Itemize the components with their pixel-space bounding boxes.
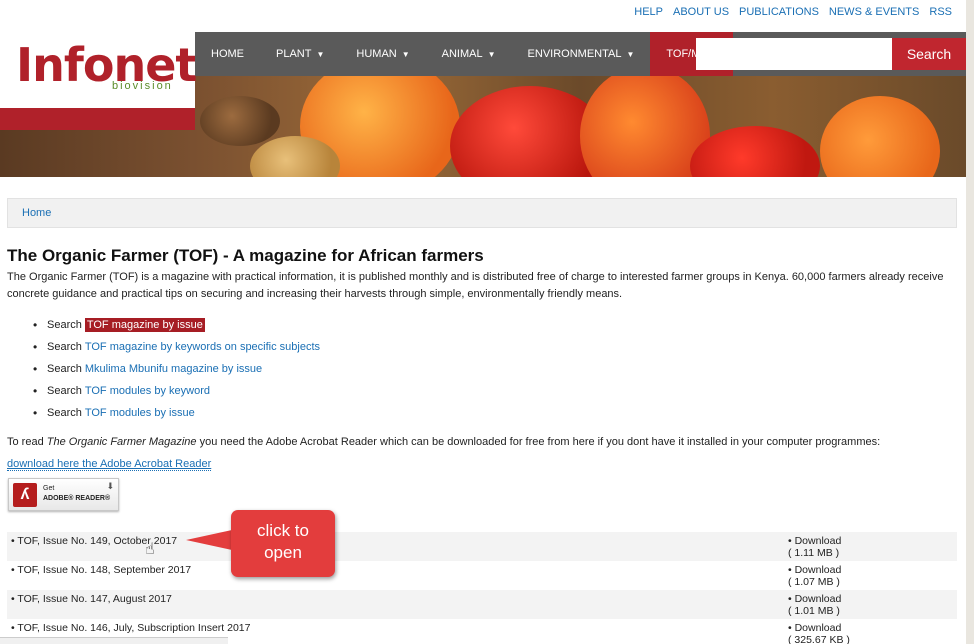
reader-notice-magazine: The Organic Farmer Magazine	[46, 436, 197, 448]
nav-home[interactable]: HOME	[195, 32, 260, 76]
caret-down-icon: ▼	[626, 49, 635, 59]
download-cell: Download( 1.01 MB )	[788, 593, 841, 617]
download-link[interactable]: Download	[788, 622, 850, 634]
nav-plant-label: PLANT	[276, 48, 312, 60]
tof-by-keywords-link[interactable]: TOF magazine by keywords on specific sub…	[85, 341, 320, 353]
download-link[interactable]: Download	[788, 564, 842, 576]
nav-home-label: HOME	[211, 48, 244, 60]
reader-notice-text: you need the Adobe Acrobat Reader which …	[196, 436, 881, 448]
list-item-prefix: Search	[47, 385, 82, 397]
list-item-prefix: Search	[47, 407, 82, 419]
site-logo[interactable]: Infonet biovision	[0, 32, 197, 130]
click-to-open-callout: click to open	[231, 510, 335, 577]
status-bar	[0, 637, 228, 644]
nav-animal-label: ANIMAL	[441, 48, 483, 60]
download-cell: Download( 1.07 MB )	[788, 564, 841, 588]
logo-subtitle: biovision	[112, 80, 173, 92]
list-item: SearchTOF modules by keyword	[33, 380, 320, 402]
nav-plant[interactable]: PLANT ▼	[260, 32, 340, 76]
list-item-prefix: Search	[47, 341, 82, 353]
nav-human-label: HUMAN	[356, 48, 397, 60]
help-link[interactable]: HELP	[634, 6, 663, 18]
download-link[interactable]: Download	[788, 593, 842, 605]
download-cell: Download( 1.11 MB )	[788, 535, 841, 559]
list-item: SearchMkulima Mbunifu magazine by issue	[33, 358, 320, 380]
breadcrumb: Home	[7, 198, 957, 228]
nav-animal[interactable]: ANIMAL ▼	[426, 32, 512, 76]
list-item-prefix: Search	[47, 363, 82, 375]
file-size: ( 1.01 MB )	[788, 605, 840, 617]
list-item: SearchTOF magazine by keywords on specif…	[33, 336, 320, 358]
adobe-reader-label: ADOBE® READER®	[43, 495, 111, 502]
publications-link[interactable]: PUBLICATIONS	[739, 6, 819, 18]
nav-environmental-label: ENVIRONMENTAL	[527, 48, 622, 60]
caret-down-icon: ▼	[487, 49, 496, 59]
search-button[interactable]: Search	[892, 38, 966, 70]
reader-notice-text: To read	[7, 436, 47, 448]
table-row: TOF, Issue No. 148, September 2017 Downl…	[7, 561, 957, 590]
adobe-get-label: Get	[43, 485, 55, 492]
page: HELP ABOUT US PUBLICATIONS NEWS & EVENTS…	[0, 0, 966, 644]
modules-by-keyword-link[interactable]: TOF modules by keyword	[85, 385, 210, 397]
issue-title[interactable]: TOF, Issue No. 147, August 2017	[11, 593, 172, 605]
pepper-shape	[820, 96, 940, 177]
tof-by-issue-link[interactable]: TOF magazine by issue	[84, 318, 205, 332]
callout-line-2: open	[264, 543, 302, 562]
intro-text: The Organic Farmer (TOF) is a magazine w…	[7, 271, 944, 300]
top-links: HELP ABOUT US PUBLICATIONS NEWS & EVENTS…	[634, 6, 952, 18]
nav-environmental[interactable]: ENVIRONMENTAL ▼	[512, 32, 651, 76]
breadcrumb-home[interactable]: Home	[22, 207, 51, 219]
search-input[interactable]	[696, 38, 892, 70]
list-item: SearchTOF magazine by issue	[33, 314, 320, 336]
table-row: TOF, Issue No. 147, August 2017 Download…	[7, 590, 957, 619]
page-title: The Organic Farmer (TOF) - A magazine fo…	[7, 246, 484, 265]
callout-pointer	[186, 530, 232, 550]
get-adobe-reader-button[interactable]: ʎ Get ADOBE® READER® ⬇	[8, 478, 119, 511]
file-size: ( 325.67 KB )	[788, 634, 850, 644]
about-us-link[interactable]: ABOUT US	[673, 6, 729, 18]
download-link[interactable]: Download	[788, 535, 842, 547]
news-events-link[interactable]: NEWS & EVENTS	[829, 6, 919, 18]
scrollbar[interactable]	[966, 0, 974, 644]
mkulima-by-issue-link[interactable]: Mkulima Mbunifu magazine by issue	[85, 363, 262, 375]
pepper-shape	[200, 96, 280, 146]
rss-link[interactable]: RSS	[929, 6, 952, 18]
modules-by-issue-link[interactable]: TOF modules by issue	[85, 407, 195, 419]
issue-title[interactable]: TOF, Issue No. 148, September 2017	[11, 564, 191, 576]
adobe-pdf-icon: ʎ	[13, 483, 37, 507]
download-reader-link[interactable]: download here the Adobe Acrobat Reader	[7, 458, 212, 471]
download-arrow-icon: ⬇	[106, 481, 114, 491]
nav-human[interactable]: HUMAN ▼	[340, 32, 425, 76]
download-cell: Download( 325.67 KB )	[788, 622, 850, 644]
hand-pointer-icon: ☝	[145, 541, 155, 558]
file-size: ( 1.07 MB )	[788, 576, 840, 588]
list-item-prefix: Search	[47, 319, 82, 331]
caret-down-icon: ▼	[401, 49, 410, 59]
search-options-list: SearchTOF magazine by issue SearchTOF ma…	[33, 314, 320, 424]
callout-line-1: click to	[257, 521, 309, 540]
caret-down-icon: ▼	[316, 49, 325, 59]
file-size: ( 1.11 MB )	[788, 547, 840, 559]
list-item: SearchTOF modules by issue	[33, 402, 320, 424]
reader-notice: To read The Organic Farmer Magazine you …	[7, 436, 880, 448]
issue-title[interactable]: TOF, Issue No. 146, July, Subscription I…	[11, 622, 250, 634]
